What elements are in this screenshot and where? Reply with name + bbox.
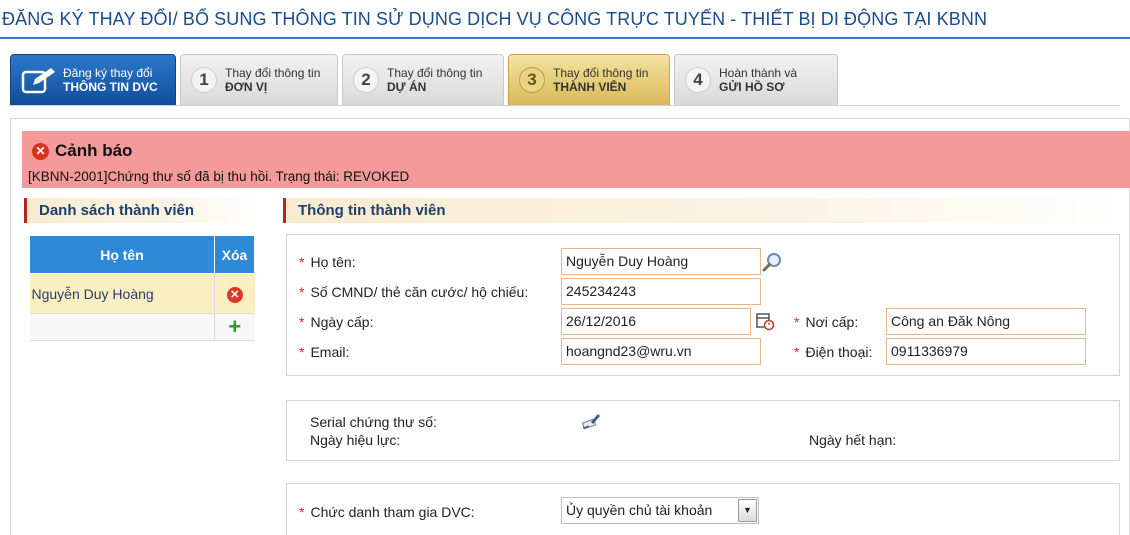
step-line2: ĐƠN VỊ [225,80,268,94]
step-line1: Hoàn thành và [719,66,798,80]
step-number: 3 [519,67,545,93]
required-marker: * [299,344,305,360]
search-icon[interactable] [762,251,784,273]
member-info-heading: Thông tin thành viên [283,198,1123,223]
issue-date-label: Ngày cấp: [310,314,374,330]
member-info-panel: * Họ tên: Nguyễn Duy Hoàng * Số CMND/ thẻ … [286,234,1120,376]
empty-row-cell [29,313,215,341]
add-member-icon[interactable]: + [228,316,241,338]
member-table: Họ tên Xóa Nguyễn Duy Hoàng ✕ + [29,235,255,341]
email-field[interactable]: hoangnd23@wru.vn [561,338,761,365]
step-line2: THÀNH VIÊN [553,80,627,94]
required-marker: * [794,344,800,360]
required-marker: * [299,314,305,330]
title-divider [0,37,1130,39]
step-4-complete-submit[interactable]: 4 Hoàn thành và GỬI HỒ SƠ [674,54,838,106]
step-number: 1 [191,67,217,93]
role-panel: * Chức danh tham gia DVC: Ủy quyền chủ tà… [286,483,1120,535]
calendar-icon[interactable] [755,311,775,331]
email-label: Email: [310,344,350,360]
chevron-down-icon[interactable]: ▼ [738,499,757,522]
issue-place-label: Nơi cấp: [805,314,859,330]
column-header-delete: Xóa [214,235,255,274]
full-name-field[interactable]: Nguyễn Duy Hoàng [561,248,761,275]
required-marker: * [299,254,305,270]
step-line1: Đăng ký thay đổi [63,66,153,80]
table-row[interactable]: Nguyễn Duy Hoàng ✕ [29,273,255,314]
phone-field[interactable]: 0911336979 [886,338,1086,365]
member-list-heading: Danh sách thành viên [24,198,258,223]
step-line2: GỬI HỒ SƠ [719,80,785,94]
member-name[interactable]: Nguyễn Duy Hoàng [29,273,215,314]
full-name-label: Họ tên: [310,254,356,270]
step-number: 4 [685,67,711,93]
pen-sign-icon[interactable] [581,411,601,431]
valid-from-label: Ngày hiệu lực: [310,432,401,448]
certificate-panel: Serial chứng thư số: Ngày hiệu lực: Ngày… [286,400,1120,461]
issue-place-field[interactable]: Công an Đăk Nông [886,308,1086,335]
step-number: 2 [353,67,379,93]
role-select[interactable]: Ủy quyền chủ tài khoản ▼ [561,497,759,524]
phone-label: Điện thoại: [805,344,873,360]
required-marker: * [794,314,800,330]
role-label: Chức danh tham gia DVC: [310,504,475,520]
steps-divider [10,105,1120,106]
step-3-member-info[interactable]: 3 Thay đổi thông tin THÀNH VIÊN [508,54,670,106]
id-number-label: Số CMND/ thẻ căn cước/ hộ chiếu: [310,284,529,300]
alert-message: [KBNN-2001]Chứng thư số đã bị thu hồi. T… [28,169,410,184]
warning-alert: ✕ Cảnh báo [KBNN-2001]Chứng thư số đã bị… [22,131,1130,188]
step-line1: Thay đổi thông tin [225,66,321,80]
edit-icon [21,68,55,94]
step-line1: Thay đổi thông tin [387,66,483,80]
issue-date-field[interactable]: 26/12/2016 [561,308,751,335]
delete-icon[interactable]: ✕ [226,286,243,303]
required-marker: * [299,284,305,300]
error-icon: ✕ [32,142,49,160]
page-title: ĐĂNG KÝ THAY ĐỔI/ BỔ SUNG THÔNG TIN SỬ D… [2,9,988,29]
step-line2: THÔNG TIN DVC [63,80,158,94]
step-1-unit-info[interactable]: 1 Thay đổi thông tin ĐƠN VỊ [180,54,338,106]
alert-title: Cảnh báo [55,141,133,160]
step-line2: DỰ ÁN [387,80,427,94]
step-register-change[interactable]: Đăng ký thay đổi THÔNG TIN DVC [10,54,176,106]
role-selected-value: Ủy quyền chủ tài khoản [566,502,713,518]
step-line1: Thay đổi thông tin [553,66,649,80]
step-2-project-info[interactable]: 2 Thay đổi thông tin DỰ ÁN [342,54,504,106]
required-marker: * [299,504,305,520]
serial-label: Serial chứng thư số: [310,414,437,430]
column-header-name: Họ tên [29,235,215,274]
id-number-field[interactable]: 245234243 [561,278,761,305]
expiry-label: Ngày hết hạn: [809,432,897,448]
